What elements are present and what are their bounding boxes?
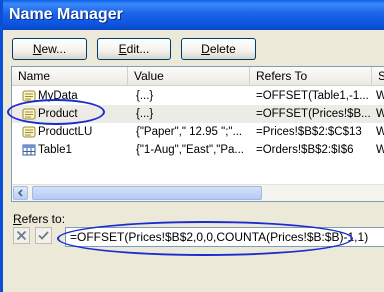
delete-button-accel: D bbox=[201, 42, 210, 56]
row-value: {"1-Aug","East","Pa... bbox=[136, 144, 244, 156]
edit-button[interactable]: Edit... bbox=[97, 38, 171, 60]
checkmark-icon bbox=[38, 231, 49, 240]
delete-button[interactable]: Delete bbox=[181, 38, 256, 60]
chevron-left-icon bbox=[17, 189, 23, 197]
cancel-edit-button[interactable] bbox=[13, 227, 30, 244]
names-list[interactable]: Name Value Refers To S MyData {...} =OFF… bbox=[11, 66, 384, 202]
table-row[interactable]: ProductLU {"Paper"," 12.95 ";"... =Price… bbox=[12, 123, 384, 141]
named-range-icon bbox=[22, 126, 36, 138]
named-range-icon bbox=[22, 90, 36, 102]
confirm-edit-button[interactable] bbox=[35, 227, 52, 244]
row-refers-to: =Orders!$B$2:$I$6 bbox=[256, 144, 354, 156]
table-row[interactable]: Table1 {"1-Aug","East","Pa... =Orders!$B… bbox=[12, 141, 384, 159]
row-value: {...} bbox=[136, 90, 154, 102]
table-row-selected[interactable]: Product {...} =OFFSET(Prices!$B... W bbox=[12, 105, 384, 123]
row-value: {...} bbox=[136, 108, 154, 120]
row-name: Table1 bbox=[38, 144, 72, 156]
scroll-left-button[interactable] bbox=[13, 186, 28, 200]
horizontal-scrollbar[interactable] bbox=[12, 184, 384, 201]
named-range-icon bbox=[22, 108, 36, 120]
row-refers-to: =Prices!$B$2:$C$13 bbox=[256, 126, 362, 138]
name-manager-window: Name Manager New... Edit... Delete Name … bbox=[0, 0, 384, 292]
refers-to-value: =OFFSET(Prices!$B$2,0,0,COUNTA(Prices!$B… bbox=[70, 230, 369, 244]
table-row[interactable]: MyData {...} =OFFSET(Table1,-1... W bbox=[12, 87, 384, 105]
refers-to-accel: R bbox=[13, 212, 22, 226]
row-scope: W bbox=[376, 141, 384, 159]
refers-to-label-text: efers to: bbox=[21, 212, 66, 226]
column-header-name[interactable]: Name bbox=[12, 67, 128, 85]
table-icon bbox=[22, 144, 36, 156]
row-refers-to: =OFFSET(Table1,-1... bbox=[256, 90, 369, 102]
column-header-refers-to[interactable]: Refers To bbox=[250, 67, 372, 85]
close-icon bbox=[16, 230, 27, 241]
row-refers-to: =OFFSET(Prices!$B... bbox=[256, 108, 370, 120]
scroll-thumb[interactable] bbox=[32, 186, 262, 200]
edit-button-label: dit... bbox=[126, 42, 150, 56]
list-header: Name Value Refers To S bbox=[12, 67, 384, 86]
row-name: ProductLU bbox=[38, 126, 93, 138]
refers-to-input[interactable]: =OFFSET(Prices!$B$2,0,0,COUNTA(Prices!$B… bbox=[65, 227, 384, 247]
row-value: {"Paper"," 12.95 ";"... bbox=[136, 126, 243, 138]
row-name: MyData bbox=[38, 90, 78, 102]
title-bar[interactable]: Name Manager bbox=[3, 0, 384, 30]
refers-to-label: Refers to: bbox=[13, 212, 65, 226]
delete-button-label: elete bbox=[209, 42, 236, 56]
row-scope: W bbox=[376, 105, 384, 123]
column-header-value[interactable]: Value bbox=[128, 67, 250, 85]
new-button-label: ew... bbox=[41, 42, 67, 56]
column-header-scope[interactable]: S bbox=[372, 67, 384, 85]
row-name: Product bbox=[38, 108, 78, 120]
new-button[interactable]: New... bbox=[12, 38, 87, 60]
window-title: Name Manager bbox=[9, 6, 123, 23]
row-scope: W bbox=[376, 87, 384, 105]
row-scope: W bbox=[376, 123, 384, 141]
edit-button-accel: E bbox=[118, 42, 127, 56]
